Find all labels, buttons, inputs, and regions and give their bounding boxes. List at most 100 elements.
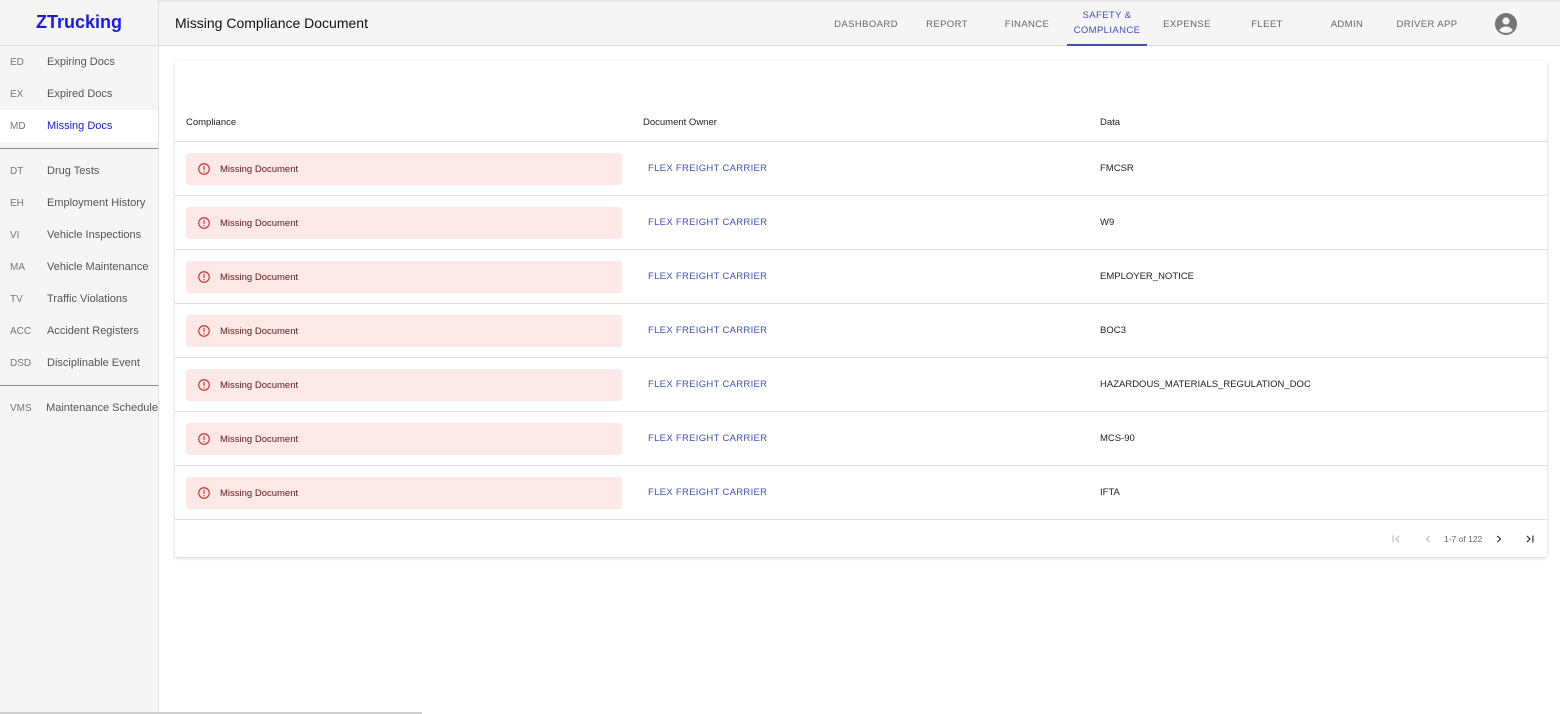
document-owner-link[interactable]: FLEX FREIGHT CARRIER [648,433,767,444]
nav-tab-admin[interactable]: ADMIN [1307,2,1387,46]
sidebar-item-label: Missing Docs [47,120,113,132]
previous-page-icon[interactable] [1421,532,1435,546]
document-owner-link[interactable]: FLEX FREIGHT CARRIER [648,271,767,282]
nav-tab-fleet[interactable]: FLEET [1227,2,1307,46]
sidebar-item-abbr: MD [10,120,26,132]
document-data-cell: FMCSR [1100,163,1134,174]
sidebar-item-drug-tests[interactable]: DT Drug Tests [0,155,158,187]
error-outline-icon [198,271,210,283]
first-page-icon[interactable] [1389,532,1403,546]
column-header-document-owner[interactable]: Document Owner [643,117,717,128]
sidebar-item-abbr: MA [10,261,25,273]
document-data-cell: EMPLOYER_NOTICE [1100,271,1194,282]
top-app-bar: Missing Compliance Document DASHBOARD RE… [159,0,1560,46]
table-row[interactable]: Missing Document FLEX FREIGHT CARRIER IF… [175,466,1547,520]
nav-tab-dashboard[interactable]: DASHBOARD [826,2,906,46]
sidebar-item-employment-history[interactable]: EH Employment History [0,187,158,219]
document-owner-link[interactable]: FLEX FREIGHT CARRIER [648,487,767,498]
sidebar-item-vehicle-maintenance[interactable]: MA Vehicle Maintenance [0,251,158,283]
error-outline-icon [198,433,210,445]
nav-tab-label-line: SAFETY & [1082,10,1132,21]
nav-tab-driver-app[interactable]: DRIVER APP [1387,2,1467,46]
sidebar-item-label: Maintenance Schedule [46,402,158,414]
nav-tab-label-line: COMPLIANCE [1073,25,1141,36]
sidebar-item-label: Expired Docs [47,88,113,100]
sidebar-item-label: Disciplinable Event [47,357,140,369]
nav-tab-expense[interactable]: EXPENSE [1147,2,1227,46]
sidebar-item-expiring-docs[interactable]: ED Expiring Docs [0,46,158,78]
sidebar-item-label: Vehicle Maintenance [47,261,149,273]
sidebar-item-label: Expiring Docs [47,56,115,68]
compliance-status-text: Missing Document [220,271,299,283]
sidebar-item-missing-docs[interactable]: MD Missing Docs [0,110,158,142]
error-outline-icon [198,487,210,499]
sidebar-group-records: DT Drug Tests EH Employment History VI V… [0,155,158,379]
sidebar-group-docs: ED Expiring Docs EX Expired Docs MD Miss… [0,46,158,142]
brand-name: ZTrucking [35,12,122,32]
document-owner-link[interactable]: FLEX FREIGHT CARRIER [648,163,767,174]
table-row[interactable]: Missing Document FLEX FREIGHT CARRIER FM… [175,142,1547,196]
table-row[interactable]: Missing Document FLEX FREIGHT CARRIER W9 [175,196,1547,250]
document-owner-link[interactable]: FLEX FREIGHT CARRIER [648,379,767,390]
sidebar-item-traffic-violations[interactable]: TV Traffic Violations [0,283,158,315]
nav-tab-safety-compliance[interactable]: SAFETY & COMPLIANCE [1067,2,1147,46]
error-outline-icon [198,163,210,175]
column-header-data[interactable]: Data [1100,117,1120,128]
document-data-cell: W9 [1100,217,1115,228]
document-data-cell: MCS-90 [1100,433,1135,444]
sidebar-item-abbr: ACC [10,325,32,337]
compliance-status-badge: Missing Document [186,207,622,239]
sidebar-item-abbr: ED [10,56,24,68]
sidebar-item-label: Traffic Violations [47,293,128,305]
table-pagination: 1-7 of 122 [175,522,1547,557]
table-row[interactable]: Missing Document FLEX FREIGHT CARRIER MC… [175,412,1547,466]
sidebar-item-abbr: EH [10,197,24,209]
sidebar-group-maintenance: VMS Maintenance Schedule [0,392,158,424]
table-row[interactable]: Missing Document FLEX FREIGHT CARRIER HA… [175,358,1547,412]
app-root: ZTrucking ED Expiring Docs EX Expired Do… [0,0,1560,714]
compliance-status-text: Missing Document [220,163,299,175]
table-row[interactable]: Missing Document FLEX FREIGHT CARRIER BO… [175,304,1547,358]
nav-tab-report[interactable]: REPORT [907,2,987,46]
table-header: Compliance Document Owner Data [175,101,1547,142]
table-row[interactable]: Missing Document FLEX FREIGHT CARRIER EM… [175,250,1547,304]
nav-tab-finance[interactable]: FINANCE [987,2,1067,46]
compliance-status-badge: Missing Document [186,315,622,347]
sidebar-item-expired-docs[interactable]: EX Expired Docs [0,78,158,110]
compliance-status-badge: Missing Document [186,261,622,293]
missing-docs-table-card: Compliance Document Owner Data Missing D… [175,61,1547,557]
compliance-status-badge: Missing Document [186,369,622,401]
sidebar-item-abbr: TV [10,293,23,305]
sidebar-item-label: Accident Registers [47,325,139,337]
sidebar-item-abbr: EX [10,88,24,100]
sidebar-item-vehicle-inspections[interactable]: VI Vehicle Inspections [0,219,158,251]
document-data-cell: HAZARDOUS_MATERIALS_REGULATION_DOC [1100,379,1311,390]
compliance-status-text: Missing Document [220,487,299,499]
sidebar-item-abbr: DSD [10,357,32,369]
sidebar-item-label: Employment History [47,197,146,209]
last-page-icon[interactable] [1523,532,1537,546]
sidebar-item-disciplinable-event[interactable]: DSD Disciplinable Event [0,347,158,379]
account-circle-icon[interactable] [1494,12,1518,36]
sidebar-item-accident-registers[interactable]: ACC Accident Registers [0,315,158,347]
error-outline-icon [198,379,210,391]
document-owner-link[interactable]: FLEX FREIGHT CARRIER [648,217,767,228]
sidebar-divider [0,148,158,149]
error-outline-icon [198,217,210,229]
sidebar-item-abbr: VI [10,229,20,241]
compliance-status-badge: Missing Document [186,153,622,185]
sidebar-item-abbr: DT [10,165,24,177]
page-title: Missing Compliance Document [175,15,368,31]
compliance-status-text: Missing Document [220,217,299,229]
sidebar-item-label: Drug Tests [47,165,100,177]
sidebar-item-label: Vehicle Inspections [47,229,142,241]
compliance-status-text: Missing Document [220,379,299,391]
document-owner-link[interactable]: FLEX FREIGHT CARRIER [648,325,767,336]
error-outline-icon [198,325,210,337]
sidebar-item-maintenance-schedule[interactable]: VMS Maintenance Schedule [0,392,158,424]
column-header-compliance[interactable]: Compliance [186,117,236,128]
compliance-status-badge: Missing Document [186,477,622,509]
document-data-cell: IFTA [1100,487,1120,498]
next-page-icon[interactable] [1492,532,1506,546]
brand-logo[interactable]: ZTrucking [0,0,158,46]
